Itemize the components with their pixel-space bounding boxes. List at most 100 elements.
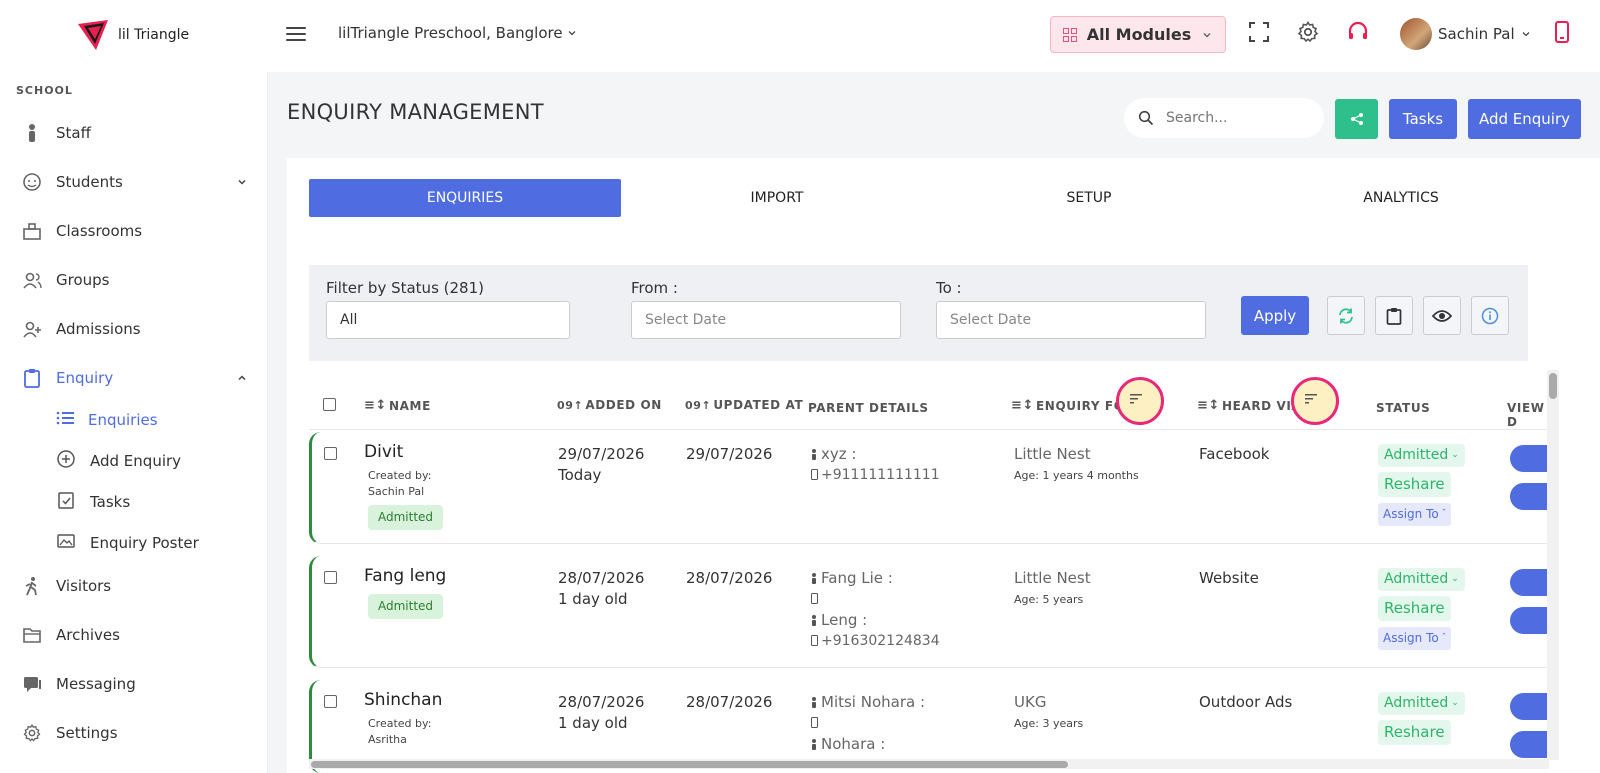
table-row[interactable]: Fang leng Admitted 28/07/2026 1 day old …: [309, 556, 1554, 668]
assign-to-button[interactable]: Assign To ˆ: [1378, 627, 1452, 650]
phone-icon: [811, 469, 818, 480]
tab-analytics[interactable]: ANALYTICS: [1245, 179, 1557, 217]
table-row[interactable]: Divit Created by: Sachin Pal Admitted 29…: [309, 432, 1554, 544]
chevron-up-icon: [238, 375, 246, 381]
gear-icon[interactable]: [1296, 20, 1320, 44]
add-enquiry-button[interactable]: Add Enquiry: [1468, 99, 1581, 139]
all-modules-button[interactable]: All Modules: [1050, 16, 1226, 53]
sidebar-item-staff[interactable]: Staff: [22, 119, 248, 147]
sidebar-sub-add-enquiry[interactable]: Add Enquiry: [56, 447, 181, 475]
column-label: ADDED ON: [585, 398, 662, 412]
sidebar-item-students[interactable]: Students: [22, 168, 248, 196]
student-name[interactable]: Shinchan: [364, 690, 442, 711]
sidebar-item-label: Groups: [56, 271, 110, 289]
clipboard-button[interactable]: [1375, 296, 1413, 335]
reshare-button[interactable]: Reshare: [1378, 472, 1451, 497]
row-checkbox[interactable]: [324, 447, 337, 460]
parent-name: Leng :: [811, 610, 867, 631]
sidebar-sub-enquiry-poster[interactable]: Enquiry Poster: [56, 529, 199, 557]
add-circle-icon: [56, 449, 76, 473]
sidebar-item-classrooms[interactable]: Classrooms: [22, 217, 248, 245]
column-parent-details: PARENT DETAILS: [808, 401, 929, 415]
tab-setup[interactable]: SETUP: [933, 179, 1245, 217]
search-box[interactable]: [1124, 98, 1324, 138]
row-checkbox[interactable]: [324, 695, 337, 708]
sidebar-item-visitors[interactable]: Visitors: [22, 572, 248, 600]
column-heard-via[interactable]: ≡↕ HEARD VIA: [1197, 398, 1301, 413]
column-view-details: VIEW D: [1507, 401, 1545, 429]
folder-icon: [22, 625, 42, 645]
student-name[interactable]: Divit: [364, 442, 403, 463]
heard-via-filter-highlight[interactable]: [1291, 377, 1339, 425]
chevron-up-icon: ˆ: [1441, 633, 1447, 643]
column-label: UPDATED AT: [713, 398, 804, 412]
sidebar-item-groups[interactable]: Groups: [22, 266, 248, 294]
from-date-label: From :: [631, 279, 678, 297]
status-dropdown[interactable]: Admitted ⌄: [1378, 444, 1465, 467]
sidebar-sub-enquiries[interactable]: Enquiries: [56, 406, 158, 434]
tab-import[interactable]: IMPORT: [621, 179, 933, 217]
sidebar-sub-tasks[interactable]: Tasks: [56, 488, 130, 516]
row-checkbox[interactable]: [324, 571, 337, 584]
reshare-button[interactable]: Reshare: [1378, 720, 1451, 745]
vertical-scrollbar[interactable]: [1547, 370, 1559, 760]
visibility-button[interactable]: [1423, 296, 1461, 335]
school-name: lilTriangle Preschool, Banglore: [338, 24, 563, 42]
refresh-button[interactable]: [1327, 296, 1365, 335]
column-added-on[interactable]: 09↑ ADDED ON: [557, 398, 662, 412]
scrollbar-thumb[interactable]: [311, 761, 1068, 768]
apply-button[interactable]: Apply: [1241, 296, 1309, 335]
share-icon: [1350, 113, 1363, 125]
sidebar-item-settings[interactable]: Settings: [22, 719, 248, 747]
modules-label: All Modules: [1086, 25, 1192, 44]
top-bar: lil Triangle lilTriangle Preschool, Bang…: [0, 0, 1600, 72]
headset-support-icon[interactable]: [1346, 20, 1370, 44]
reshare-button[interactable]: Reshare: [1378, 596, 1451, 621]
enquiry-for-filter-highlight[interactable]: [1116, 377, 1164, 425]
clipboard-icon: [22, 368, 42, 388]
info-button[interactable]: [1471, 296, 1509, 335]
student-name[interactable]: Fang leng: [364, 566, 446, 587]
sidebar-item-messaging[interactable]: Messaging: [22, 670, 248, 698]
person-icon: [811, 573, 817, 584]
select-all-checkbox[interactable]: [323, 398, 336, 411]
fullscreen-icon[interactable]: [1247, 20, 1271, 44]
assign-to-button[interactable]: Assign To ˆ: [1378, 503, 1452, 526]
parent-phone: +916302124834: [811, 631, 940, 652]
column-status: STATUS: [1376, 401, 1431, 415]
sidebar-item-admissions[interactable]: Admissions: [22, 315, 248, 343]
scrollbar-thumb[interactable]: [1549, 373, 1557, 399]
school-selector[interactable]: lilTriangle Preschool, Banglore: [338, 24, 577, 42]
menu-toggle-icon[interactable]: [286, 24, 306, 44]
mobile-phone-icon[interactable]: [1550, 20, 1574, 44]
chevron-down-icon: [568, 31, 576, 36]
column-name[interactable]: ≡↕ NAME: [364, 398, 431, 413]
sidebar-item-archives[interactable]: Archives: [22, 621, 248, 649]
sidebar-sub-label: Enquiry Poster: [90, 534, 199, 552]
user-profile-menu[interactable]: Sachin Pal: [1400, 18, 1531, 50]
status-filter-select[interactable]: All: [326, 301, 570, 339]
tab-enquiries[interactable]: ENQUIRIES: [309, 179, 621, 217]
sidebar-item-enquiry[interactable]: Enquiry: [22, 364, 248, 392]
chat-icon: [22, 674, 42, 694]
from-date-input[interactable]: Select Date: [631, 301, 901, 339]
search-input[interactable]: [1166, 110, 1306, 126]
status-dropdown[interactable]: Admitted ⌄: [1378, 568, 1465, 591]
tasks-button[interactable]: Tasks: [1389, 99, 1457, 139]
sidebar-item-label: Enquiry: [56, 369, 114, 387]
classroom-icon: [22, 221, 42, 241]
info-icon: [1481, 307, 1499, 324]
column-label: HEARD VIA: [1222, 398, 1302, 413]
page-title: ENQUIRY MANAGEMENT: [287, 100, 544, 124]
status-dropdown[interactable]: Admitted ⌄: [1378, 692, 1465, 715]
brand-logo[interactable]: lil Triangle: [76, 18, 189, 52]
horizontal-scrollbar[interactable]: [309, 759, 1549, 769]
person-icon: [811, 615, 817, 626]
phone-icon: [811, 593, 818, 604]
share-button[interactable]: [1335, 99, 1378, 139]
to-date-input[interactable]: Select Date: [936, 301, 1206, 339]
sort-icon: ≡↕: [1011, 398, 1034, 413]
column-updated-at[interactable]: 09↑ UPDATED AT: [685, 398, 803, 412]
person-icon: [811, 449, 817, 460]
updated-date: 28/07/2026: [686, 569, 773, 587]
